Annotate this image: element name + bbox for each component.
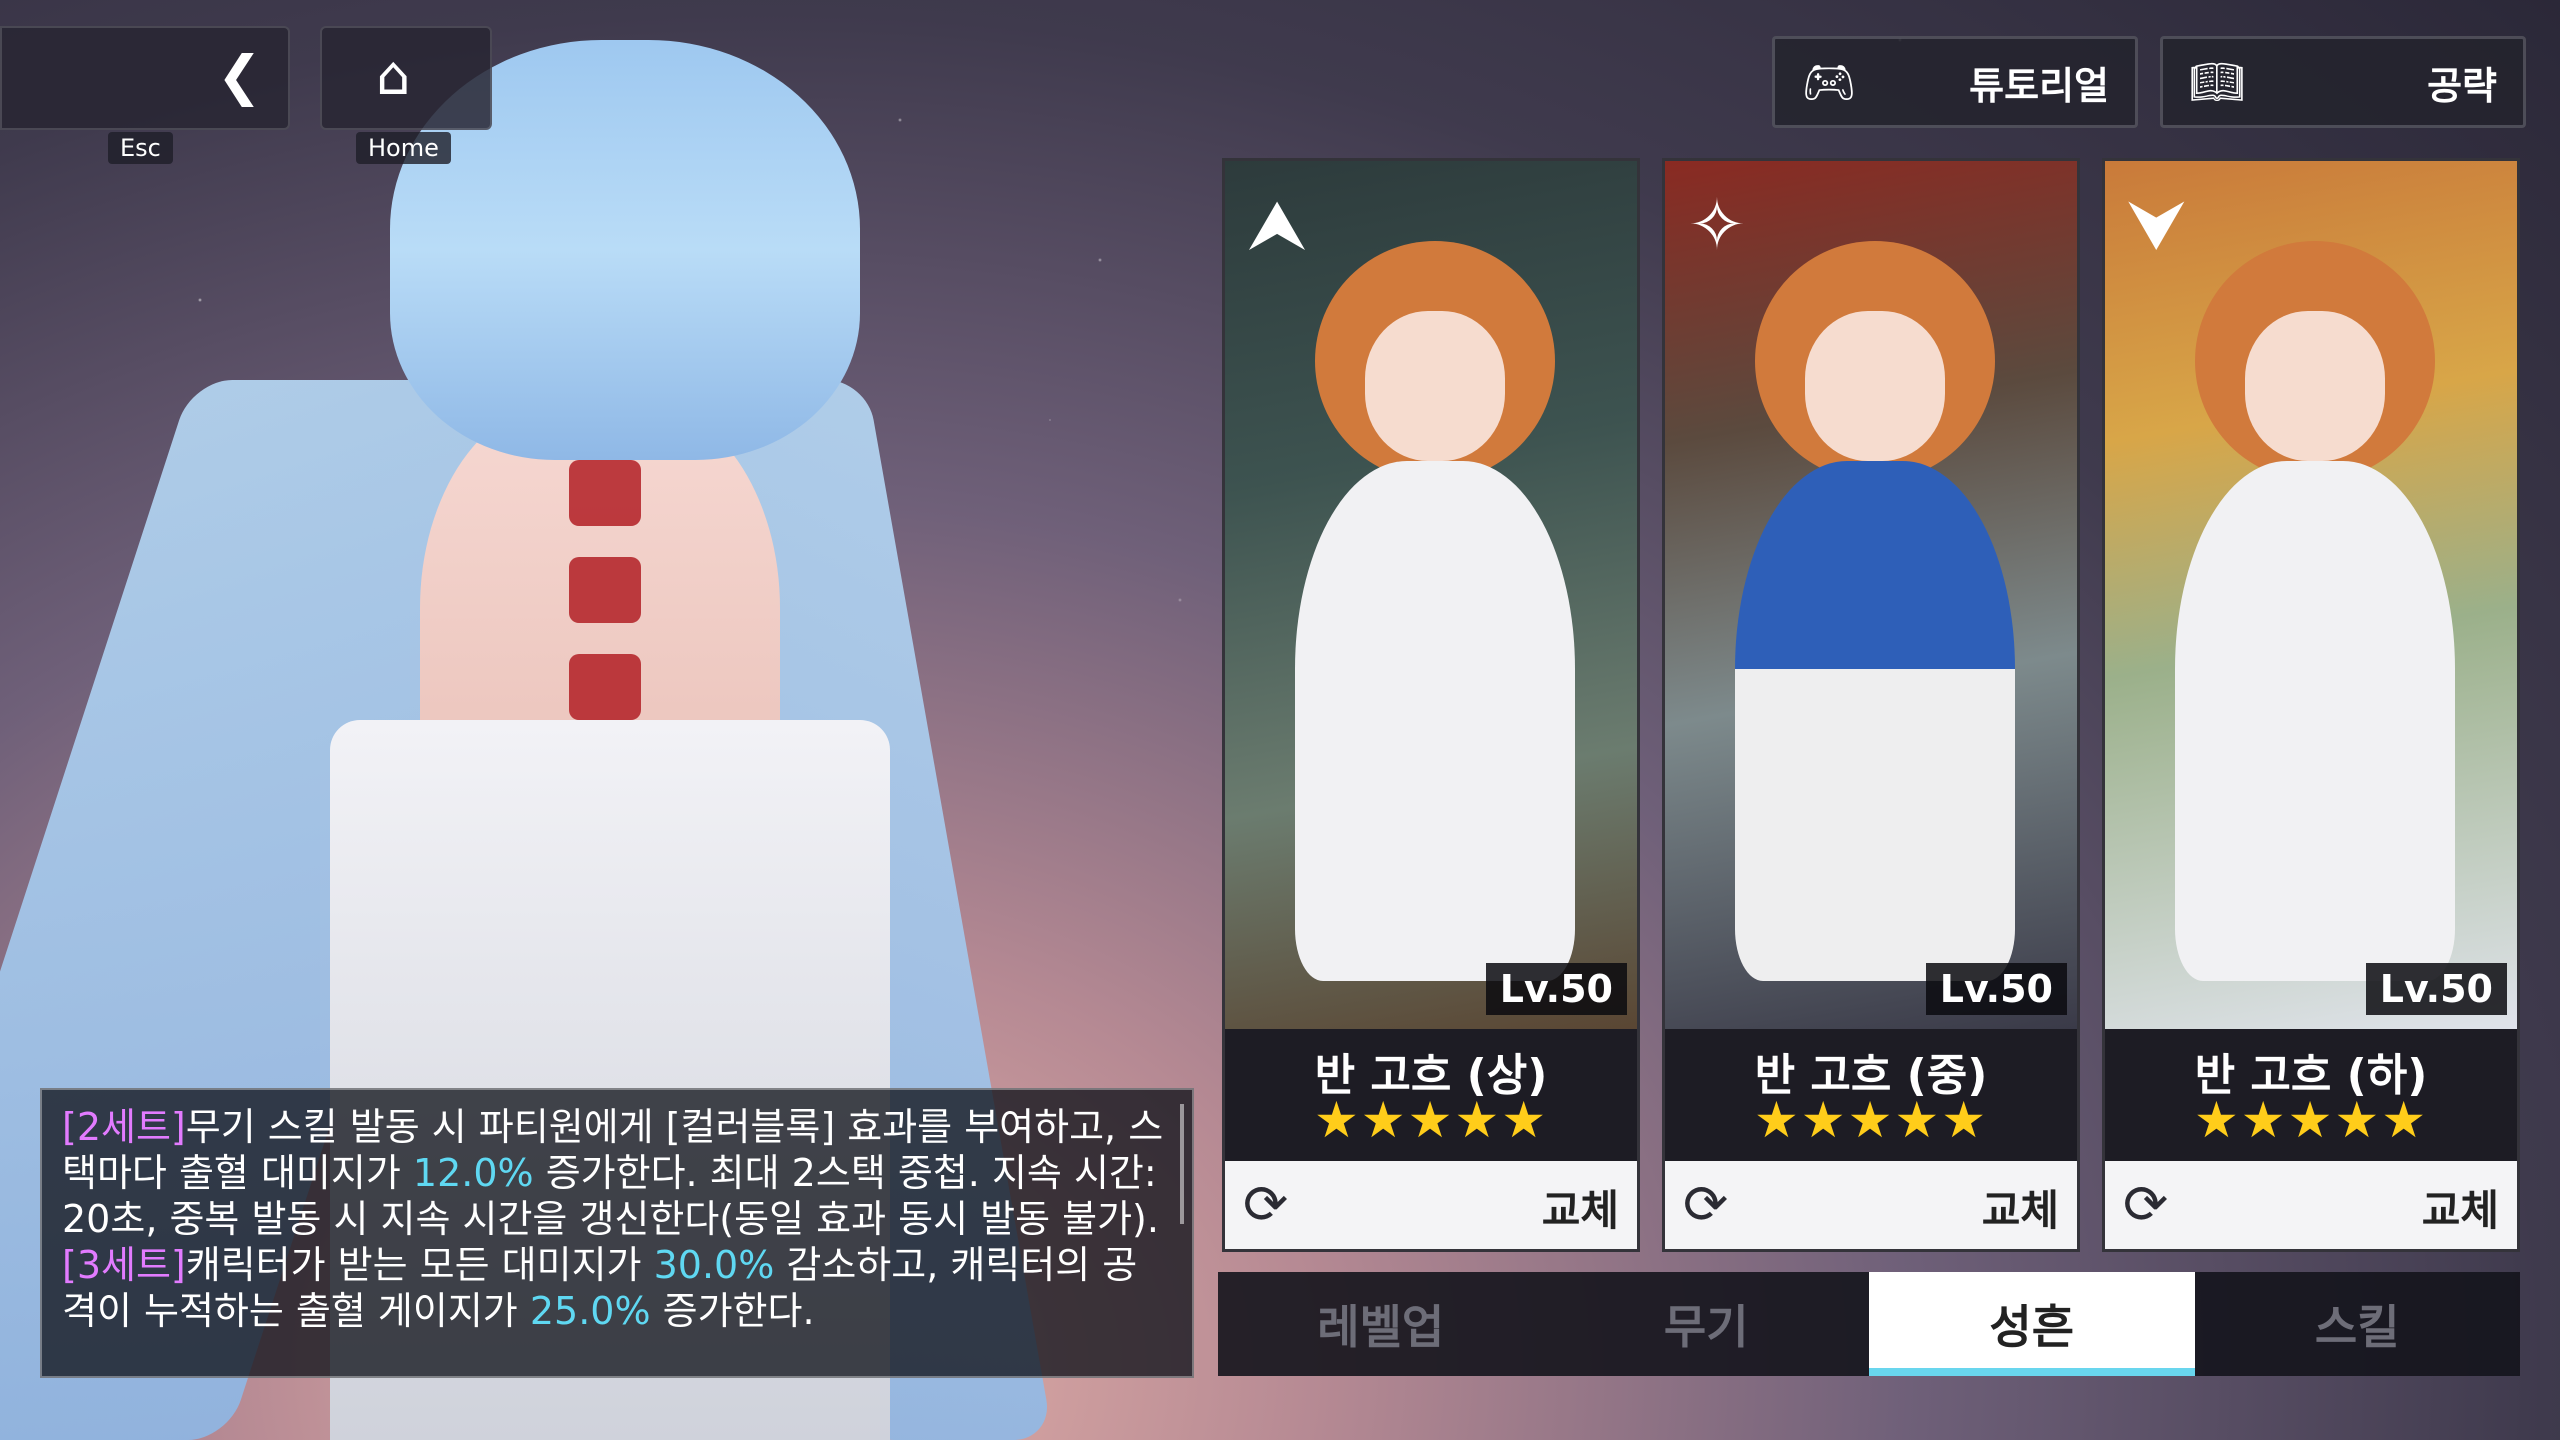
set2-effect: [2세트]무기 스킬 발동 시 파티원에게 [컬러블록] 효과를 부여하고, 스… <box>62 1104 1172 1242</box>
swap-button[interactable]: ⟳ 교체 <box>1225 1161 1637 1249</box>
chevron-left-icon: ❮ <box>216 44 262 107</box>
tab-skill[interactable]: 스킬 <box>2195 1272 2521 1376</box>
stigmata-art: ✧ Lv.50 <box>1665 161 2077 1029</box>
up-arrow-emblem-icon: ⮝ <box>1247 184 1307 266</box>
tutorial-label: 튜토리얼 <box>1969 63 2109 108</box>
tutorial-button[interactable]: 🎮︎ 튜토리얼 <box>1772 36 2138 128</box>
down-arrow-emblem-icon: ⮟ <box>2127 184 2187 266</box>
art-dress <box>2175 461 2455 981</box>
stigmata-card-bottom[interactable]: ⮟ Lv.50 반 고흐 (하) ★★★★★ ⟳ 교체 <box>2102 158 2520 1252</box>
tab-weapon[interactable]: 무기 <box>1544 1272 1870 1376</box>
star-rating: ★★★★★ <box>1313 1091 1549 1149</box>
art-dress <box>1735 461 2015 981</box>
refresh-icon: ⟳ <box>1243 1173 1289 1236</box>
stigmata-card-top[interactable]: ⮝ Lv.50 반 고흐 (상) ★★★★★ ⟳ 교체 <box>1222 158 1640 1252</box>
art-face <box>2245 311 2385 461</box>
set3-text-c: 증가한다. <box>650 1289 815 1333</box>
set3-text-a: 캐릭터가 받는 모든 대미지가 <box>185 1243 654 1287</box>
tattoo-top-icon <box>569 460 641 526</box>
home-caption: Home <box>356 132 451 164</box>
set3-number-2: 25.0% <box>529 1289 651 1333</box>
star-rating: ★★★★★ <box>1753 1091 1989 1149</box>
stigmata-tattoo <box>560 460 650 720</box>
level-badge: Lv.50 <box>1485 963 1627 1015</box>
art-dress <box>1295 461 1575 981</box>
character-tabs: 레벨업 무기 성흔 스킬 <box>1218 1272 2520 1376</box>
set3-number-1: 30.0% <box>653 1243 775 1287</box>
refresh-icon: ⟳ <box>1683 1173 1729 1236</box>
refresh-icon: ⟳ <box>2123 1173 2169 1236</box>
set3-tag: [3세트] <box>62 1243 186 1287</box>
art-face <box>1365 311 1505 461</box>
art-face <box>1805 311 1945 461</box>
set3-effect: [3세트]캐릭터가 받는 모든 대미지가 30.0% 감소하고, 캐릭터의 공격… <box>62 1242 1172 1334</box>
book-icon: 📖︎ <box>2189 57 2245 108</box>
level-badge: Lv.50 <box>2365 963 2507 1015</box>
home-icon: ⌂ <box>376 44 411 107</box>
set-effect-description[interactable]: [2세트]무기 스킬 발동 시 파티원에게 [컬러블록] 효과를 부여하고, 스… <box>40 1088 1194 1378</box>
guide-label: 공략 <box>2427 63 2497 108</box>
description-scrollbar[interactable] <box>1180 1104 1184 1224</box>
back-caption: Esc <box>108 132 173 164</box>
star-emblem-icon: ✧ <box>1687 184 1747 266</box>
swap-button[interactable]: ⟳ 교체 <box>2105 1161 2517 1249</box>
stigmata-card-middle[interactable]: ✧ Lv.50 반 고흐 (중) ★★★★★ ⟳ 교체 <box>1662 158 2080 1252</box>
set2-tag: [2세트] <box>62 1105 186 1149</box>
level-badge: Lv.50 <box>1925 963 2067 1015</box>
set2-number: 12.0% <box>412 1151 534 1195</box>
home-button[interactable]: ⌂ <box>320 26 492 130</box>
back-button[interactable]: ❮ <box>0 26 290 130</box>
swap-label: 교체 <box>1981 1186 2059 1235</box>
stigmata-art: ⮝ Lv.50 <box>1225 161 1637 1029</box>
tab-levelup[interactable]: 레벨업 <box>1218 1272 1544 1376</box>
tattoo-bottom-icon <box>569 654 641 720</box>
swap-label: 교체 <box>1541 1186 1619 1235</box>
stigmata-art: ⮟ Lv.50 <box>2105 161 2517 1029</box>
star-rating: ★★★★★ <box>2193 1091 2429 1149</box>
guide-button[interactable]: 📖︎ 공략 <box>2160 36 2526 128</box>
swap-button[interactable]: ⟳ 교체 <box>1665 1161 2077 1249</box>
tab-stigmata[interactable]: 성흔 <box>1869 1272 2195 1376</box>
tattoo-middle-icon <box>569 557 641 623</box>
swap-label: 교체 <box>2421 1186 2499 1235</box>
gamepad-icon: 🎮︎ <box>1801 57 1857 108</box>
